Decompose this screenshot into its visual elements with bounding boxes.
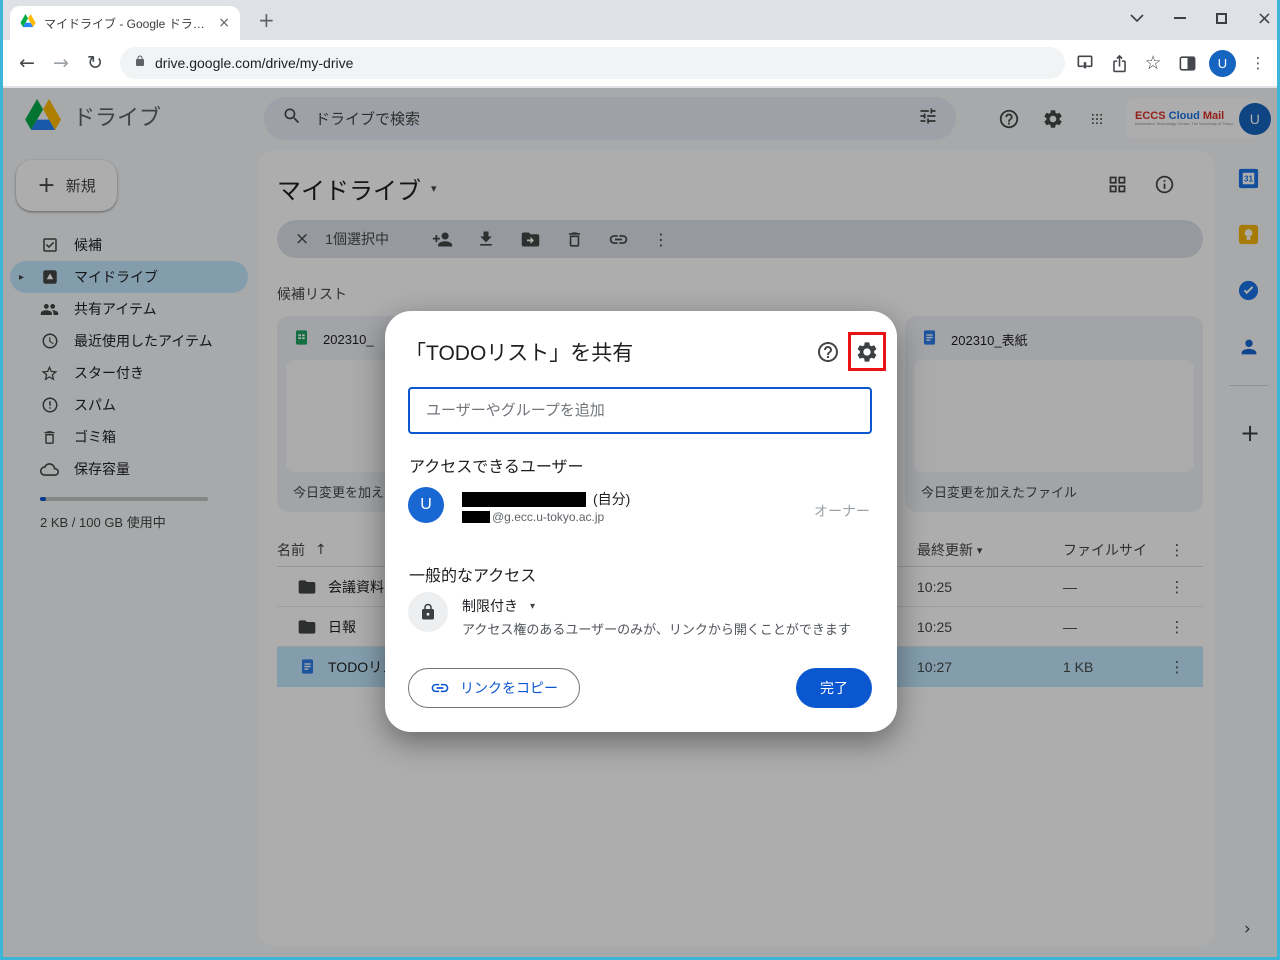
access-users-heading: アクセスできるユーザー	[409, 459, 584, 476]
restricted-lock-badge	[408, 592, 448, 632]
general-access-description: アクセス権のあるユーザーのみが、リンクから開くことができます	[462, 622, 851, 637]
share-icon[interactable]	[1107, 51, 1131, 75]
url-bar[interactable]: drive.google.com/drive/my-drive	[120, 47, 1065, 79]
browser-toolbar: ← → ↻ drive.google.com/drive/my-drive ☆ …	[0, 40, 1280, 87]
url-text: drive.google.com/drive/my-drive	[155, 55, 354, 71]
owner-self-label: (自分)	[593, 491, 631, 507]
add-people-input[interactable]	[408, 387, 872, 434]
install-icon[interactable]	[1073, 51, 1097, 75]
window-maximize-button[interactable]	[1215, 12, 1227, 24]
dialog-title: 「TODOリスト」を共有	[405, 342, 634, 365]
side-panel-icon[interactable]	[1175, 51, 1199, 75]
back-icon[interactable]: ←	[10, 52, 44, 74]
forward-icon[interactable]: →	[44, 52, 78, 74]
window-close-button[interactable]: ×	[1257, 8, 1272, 29]
chrome-menu-icon[interactable]: ⋮	[1246, 51, 1270, 75]
tab-search-icon[interactable]	[1130, 9, 1144, 27]
annotation-highlight-box	[848, 332, 886, 371]
copy-link-label: リンクをコピー	[460, 680, 558, 696]
owner-avatar: U	[408, 487, 444, 523]
bookmark-star-icon[interactable]: ☆	[1141, 51, 1165, 75]
copy-link-button[interactable]: リンクをコピー	[408, 668, 580, 708]
redacted-email-local	[462, 511, 490, 523]
owner-email-domain: @g.ecc.u-tokyo.ac.jp	[492, 510, 605, 524]
dialog-help-icon[interactable]	[816, 340, 840, 364]
drive-favicon	[20, 13, 36, 33]
general-access-value: 制限付き	[462, 598, 518, 614]
drive-page: ドライブ + 新規 候補 ▸ マイドライブ 共有アイテム 最近使用したアイテム …	[0, 88, 1280, 960]
owner-email: @g.ecc.u-tokyo.ac.jp	[462, 510, 604, 524]
tab-close-icon[interactable]: ×	[218, 15, 230, 31]
owner-role-label: オーナー	[814, 503, 870, 519]
share-dialog: 「TODOリスト」を共有 アクセスできるユーザー U (自分) @g.ecc.u…	[385, 311, 897, 732]
done-label: 完了	[820, 680, 848, 696]
browser-profile-avatar[interactable]: U	[1209, 49, 1236, 77]
browser-tab-bar: マイドライブ - Google ドライブ × + ×	[0, 0, 1280, 40]
done-button[interactable]: 完了	[796, 668, 872, 708]
redacted-name	[462, 491, 586, 507]
lock-icon	[422, 603, 434, 620]
general-access-dropdown[interactable]: 制限付き ▾	[462, 596, 535, 616]
dropdown-caret-icon: ▾	[530, 600, 536, 612]
new-tab-button[interactable]: +	[258, 10, 275, 30]
link-icon	[431, 683, 449, 693]
browser-tab[interactable]: マイドライブ - Google ドライブ ×	[10, 6, 240, 40]
window-minimize-button[interactable]	[1173, 17, 1186, 19]
reload-icon[interactable]: ↻	[78, 52, 112, 74]
general-access-heading: 一般的なアクセス	[409, 568, 537, 585]
owner-name: (自分)	[462, 489, 630, 509]
lock-icon	[134, 54, 146, 72]
tab-title: マイドライブ - Google ドライブ	[44, 16, 211, 31]
